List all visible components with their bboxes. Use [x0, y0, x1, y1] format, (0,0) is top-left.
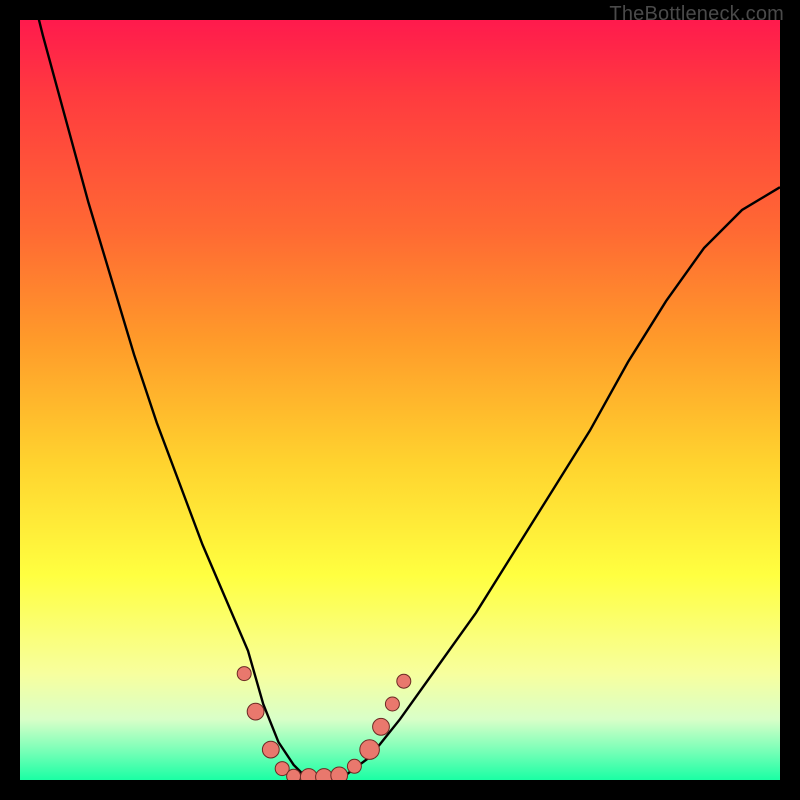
- curve-marker: [287, 769, 301, 780]
- bottleneck-curve: [20, 20, 780, 780]
- curve-marker: [300, 769, 317, 780]
- curve-marker: [385, 697, 399, 711]
- curve-marker: [373, 718, 390, 735]
- curve-marker: [360, 740, 380, 760]
- curve-marker: [237, 667, 251, 681]
- curve-svg: [20, 20, 780, 780]
- curve-marker: [397, 674, 411, 688]
- curve-marker: [262, 741, 279, 758]
- curve-marker: [316, 769, 333, 780]
- plot-area: [20, 20, 780, 780]
- curve-marker: [247, 703, 264, 720]
- curve-markers: [237, 667, 411, 780]
- chart-container: TheBottleneck.com: [0, 0, 800, 800]
- curve-marker: [347, 759, 361, 773]
- curve-marker: [331, 767, 348, 780]
